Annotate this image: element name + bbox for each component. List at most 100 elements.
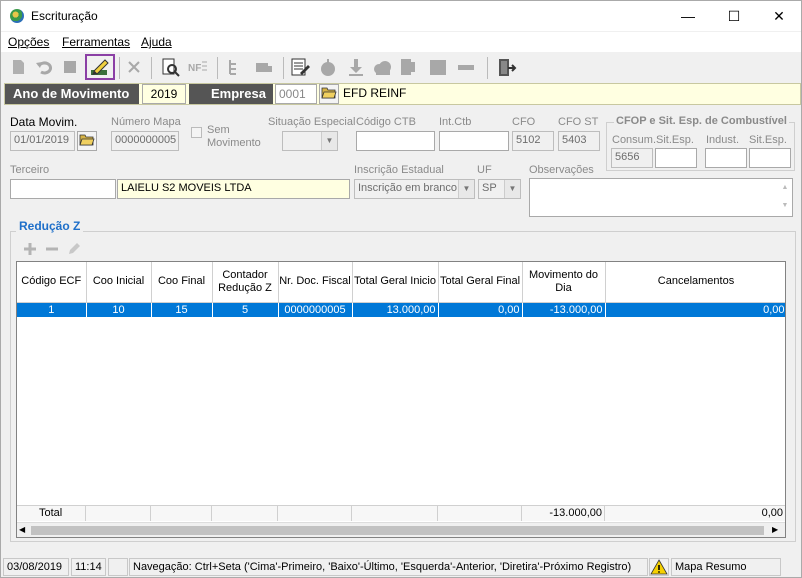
minimize-button[interactable]: —	[665, 1, 711, 31]
edit-pen-button[interactable]	[85, 54, 115, 80]
codigo-ctb-field[interactable]	[356, 131, 435, 151]
menu-ajuda[interactable]: Ajuda	[141, 35, 172, 49]
cell-movimento-do-dia[interactable]: -13.000,00	[522, 302, 606, 317]
inscricao-estadual-label: Inscrição Estadual	[354, 164, 444, 176]
footer-cancelamentos-total: 0,00	[761, 507, 783, 519]
column-header-coo-final[interactable]: Coo Final	[151, 262, 213, 303]
empresa-name: EFD REINF	[343, 86, 407, 100]
folder-open-icon	[321, 87, 337, 99]
cell-coo-inicial[interactable]: 10	[86, 302, 152, 317]
edit-pencil-icon[interactable]	[66, 241, 82, 257]
sit-esp-consum-field[interactable]	[655, 148, 697, 168]
column-header-cancelamentos[interactable]: Cancelamentos	[605, 262, 785, 303]
terceiro-code-field[interactable]	[10, 179, 116, 199]
tree-icon[interactable]	[225, 56, 247, 78]
column-divider	[85, 506, 86, 521]
book-icon[interactable]	[397, 56, 419, 78]
chevron-down-icon: ▼	[458, 180, 474, 198]
consum-field[interactable]: 5656	[611, 148, 653, 168]
nfe-icon[interactable]: NF	[187, 56, 209, 78]
column-divider	[437, 506, 438, 521]
exit-door-icon[interactable]	[495, 56, 517, 78]
grid-header-row: Código ECF Coo Inicial Coo Final Contado…	[17, 262, 785, 303]
app-icon	[10, 9, 24, 23]
empresa-label: Empresa	[189, 84, 273, 104]
menu-opcoes[interactable]: Opções	[8, 35, 49, 49]
warning-icon	[650, 559, 668, 575]
ano-movimento-field[interactable]: 2019	[142, 84, 186, 104]
indust-field[interactable]	[705, 148, 747, 168]
column-header-movimento-do-dia[interactable]: Movimento do Dia	[522, 262, 606, 303]
cell-total-geral-inicio[interactable]: 13.000,00	[352, 302, 439, 317]
footer-movimento-total: -13.000,00	[549, 507, 602, 519]
document-edit-icon[interactable]	[289, 56, 311, 78]
toolbar-separator	[487, 57, 488, 79]
data-movim-field[interactable]: 01/01/2019	[10, 131, 75, 151]
status-bar: 03/08/2019 11:14 Navegação: Ctrl+Seta ('…	[1, 556, 801, 578]
observacoes-textarea[interactable]	[529, 178, 793, 217]
column-header-nr-doc-fiscal[interactable]: Nr. Doc. Fiscal	[278, 262, 353, 303]
scrollbar-thumb[interactable]	[31, 526, 764, 535]
terceiro-name-field[interactable]: LAIELU S2 MOVEIS LTDA	[117, 179, 350, 199]
toolbar: NF	[1, 54, 801, 82]
numero-mapa-field[interactable]: 0000000005	[111, 131, 179, 151]
inscricao-estadual-select[interactable]: Inscrição em branco ▼	[354, 179, 475, 199]
column-header-total-geral-inicio[interactable]: Total Geral Inicio	[352, 262, 439, 303]
cell-total-geral-final[interactable]: 0,00	[438, 302, 523, 317]
indust-label: Indust.	[706, 134, 740, 146]
scroll-right-icon[interactable]: ▶	[772, 525, 778, 534]
column-header-total-geral-final[interactable]: Total Geral Final	[438, 262, 523, 303]
window-title: Escrituração	[31, 9, 98, 23]
uf-select[interactable]: SP ▼	[478, 179, 521, 199]
cell-coo-final[interactable]: 15	[151, 302, 213, 317]
chevron-down-icon: ▼	[321, 132, 337, 150]
undo-icon[interactable]	[33, 56, 55, 78]
cell-cancelamentos[interactable]: 0,00	[605, 302, 785, 317]
situacao-especial-select[interactable]: ▼	[282, 131, 338, 151]
chevron-down-icon: ▼	[504, 180, 520, 198]
uf-label: UF	[477, 164, 492, 176]
sit-esp-indust-field[interactable]	[749, 148, 791, 168]
cfo-field[interactable]: 5102	[512, 131, 554, 151]
column-divider	[277, 506, 278, 521]
table-row[interactable]: 1 10 15 5 0000000005 13.000,00 0,00 -13.…	[17, 302, 785, 317]
cfo-st-label: CFO ST	[558, 116, 599, 128]
horizontal-scrollbar[interactable]: ◀ ▶	[17, 522, 785, 537]
status-mode: Mapa Resumo	[671, 558, 781, 576]
int-ctb-field[interactable]	[439, 131, 509, 151]
delete-icon[interactable]	[123, 56, 145, 78]
grid-footer: Total -13.000,00 0,00	[17, 505, 785, 521]
cell-nr-doc-fiscal[interactable]: 0000000005	[278, 302, 353, 317]
observacoes-scrollbar[interactable]: ▲ ▼	[778, 179, 792, 216]
maximize-button[interactable]: ☐	[711, 1, 757, 31]
print-preview-icon[interactable]	[159, 56, 181, 78]
apple-icon[interactable]	[317, 56, 339, 78]
add-icon[interactable]	[22, 241, 38, 257]
cfo-st-field[interactable]: 5403	[558, 131, 600, 151]
minus-bar-icon[interactable]	[455, 56, 477, 78]
new-document-icon[interactable]	[7, 56, 29, 78]
cell-contador-reducao-z[interactable]: 5	[212, 302, 279, 317]
status-time: 11:14	[71, 558, 106, 576]
remove-icon[interactable]	[44, 241, 60, 257]
folder-open-icon	[79, 134, 95, 146]
empresa-lookup-button[interactable]	[319, 84, 339, 104]
column-header-codigo-ecf[interactable]: Código ECF	[17, 262, 87, 303]
calendar-icon[interactable]	[427, 56, 449, 78]
truck-icon[interactable]	[253, 56, 275, 78]
menu-ferramentas[interactable]: Ferramentas	[62, 35, 130, 49]
cloud-icon[interactable]	[371, 56, 393, 78]
stop-icon[interactable]	[59, 56, 81, 78]
cell-codigo-ecf[interactable]: 1	[17, 302, 87, 317]
column-header-coo-inicial[interactable]: Coo Inicial	[86, 262, 152, 303]
download-icon[interactable]	[345, 56, 367, 78]
inscricao-estadual-value: Inscrição em branco	[358, 182, 458, 194]
empresa-code-field[interactable]: 0001	[275, 84, 317, 104]
toolbar-separator	[283, 57, 284, 79]
toolbar-separator	[119, 57, 120, 79]
scroll-left-icon[interactable]: ◀	[19, 525, 25, 534]
column-header-contador-reducao-z[interactable]: Contador Redução Z	[212, 262, 279, 303]
sem-movimento-checkbox[interactable]	[191, 127, 202, 138]
data-movim-picker-button[interactable]	[77, 131, 97, 151]
close-button[interactable]: ✕	[756, 1, 802, 31]
